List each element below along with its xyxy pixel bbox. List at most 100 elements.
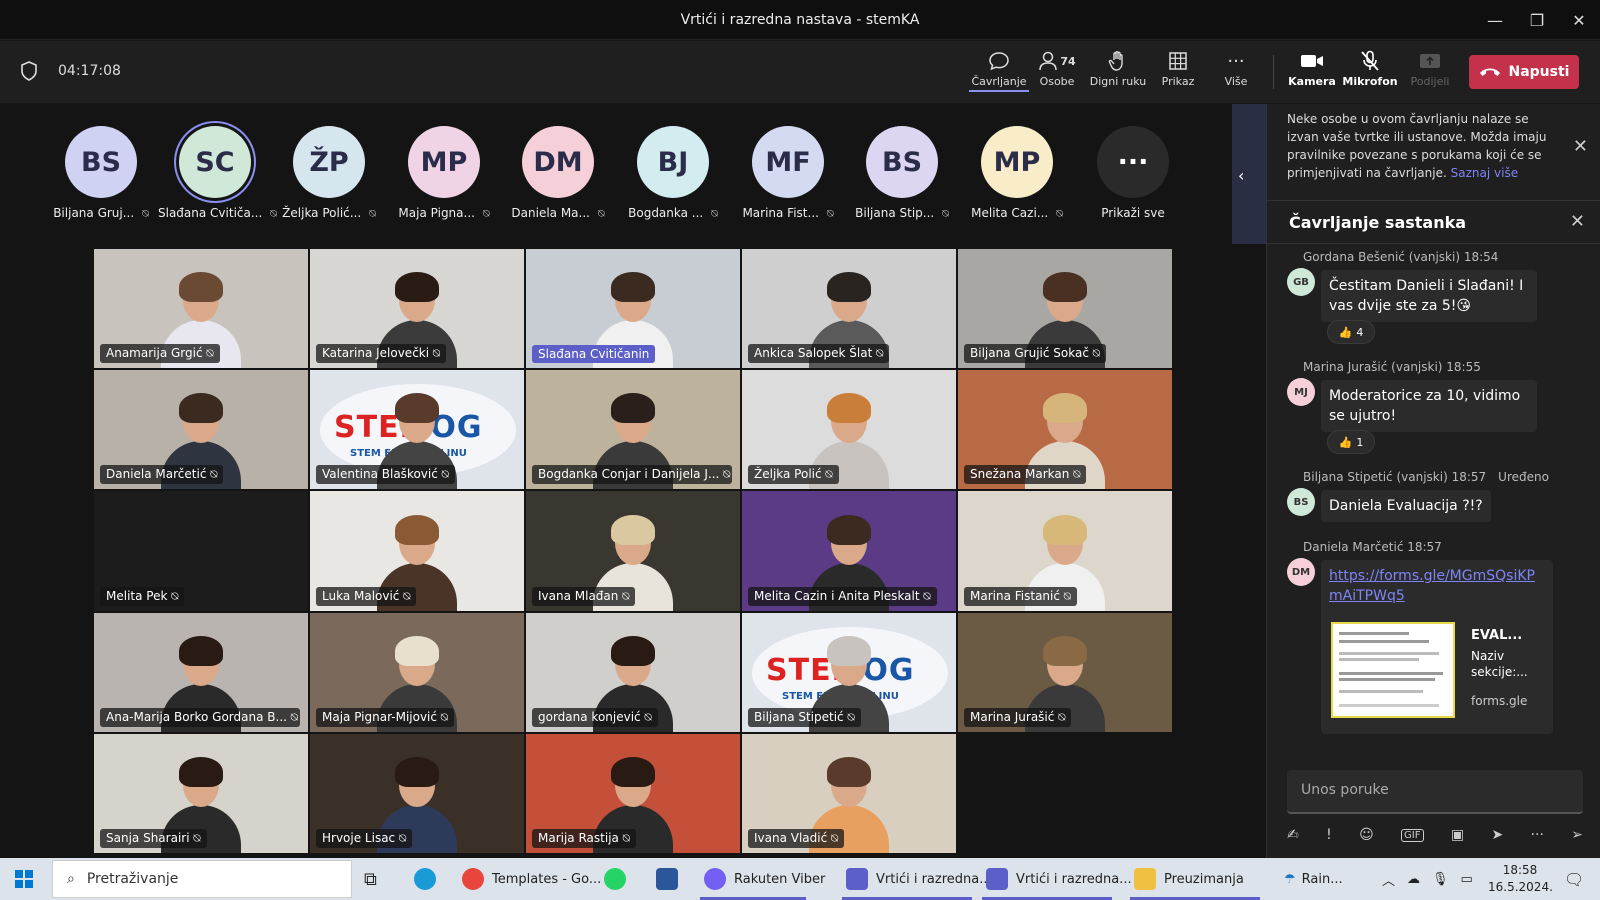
video-tile[interactable]: Željka Polić ⍉ [741,369,957,491]
chat-button[interactable]: Čavrljanje [969,49,1029,95]
link-preview-card[interactable]: EVAL... Naziv sekcije:... forms.gle [1321,614,1553,724]
message-bubble[interactable]: Daniela Evaluacija ?!? [1321,490,1491,522]
participants-strip: BS Biljana Gruj... ⍉ SC Slađana Cvitiča... ⍉ Ž… [0,104,1232,244]
taskbar-app-teams-2[interactable]: Vrtići i razredna... [986,858,1132,900]
participant-avatar[interactable]: MP Maja Pigna... ⍉ [387,126,501,221]
participant-name: Marina Fistanić [970,588,1060,603]
video-tile[interactable]: Anamarija Grgić ⍉ [93,248,309,370]
video-tile[interactable]: Slađana Cvitičanin [525,248,741,370]
taskbar-app-chrome[interactable]: Templates - Go... [462,858,601,900]
video-tile[interactable]: Luka Malović ⍉ [309,490,525,612]
message-bubble[interactable]: Čestitam Danieli i Slađani! I vas dvije … [1321,270,1537,322]
video-tile[interactable]: Sanja Sharairi ⍉ [93,732,309,854]
thumbs-up-icon: 👍 [1338,435,1353,449]
video-tile[interactable]: Maja Pignar-Mijović ⍉ [309,611,525,733]
video-tile[interactable]: Ivana Vladić ⍉ [741,732,957,854]
close-chat-icon[interactable]: ✕ [1570,211,1585,232]
video-tile[interactable]: Katarina Jelovečki ⍉ [309,248,525,370]
clock[interactable]: 18:58 16.5.2024. [1488,862,1553,896]
participant-avatar[interactable]: SC Slađana Cvitiča... ⍉ [158,126,277,221]
microphone-icon[interactable]: 🎙 [1432,872,1449,887]
video-tile[interactable]: STEMOGSTEM FEST OGULINUValentina Blaškov… [309,369,525,491]
close-window-button[interactable]: ✕ [1558,0,1600,40]
chrome-icon [462,868,484,890]
taskbar-app-viber[interactable]: Rakuten Viber [704,858,825,900]
close-icon[interactable]: ✕ [1573,136,1588,157]
show-all-button[interactable]: ··· Prikaži sve [1076,126,1190,220]
cloud-icon[interactable]: ☁ [1407,872,1420,887]
edge-icon[interactable] [414,858,444,900]
video-tile[interactable]: Ivana Mlađan ⍉ [525,490,741,612]
task-view-icon[interactable]: ⧉ [364,858,377,900]
reaction-badge[interactable]: 👍 1 [1327,430,1375,454]
video-tile[interactable]: gordana konjević ⍉ [525,611,741,733]
participant-avatar[interactable]: ŽP Željka Polić... ⍉ [272,126,386,221]
important-icon[interactable]: ! [1326,827,1332,843]
camera-button[interactable]: Kamera [1282,49,1342,95]
start-button[interactable] [14,858,34,900]
app-label: Vrtići i razredna... [1016,871,1132,887]
video-tile[interactable]: Hrvoje Lisac ⍉ [309,732,525,854]
participant-avatar[interactable]: MP Melita Cazi... ⍉ [960,126,1074,221]
share-button[interactable]: Podijeli [1400,49,1460,95]
send-icon[interactable]: ➢ [1571,827,1583,843]
video-tile[interactable]: Melita Pek ⍉ [93,490,309,612]
participant-avatar[interactable]: MF Marina Fist... ⍉ [731,126,845,221]
sticker-icon[interactable]: ▣ [1451,827,1464,843]
window-controls: — ❐ ✕ [1474,0,1600,40]
format-icon[interactable]: ✍ [1287,827,1299,843]
strip-scroll-button[interactable]: ‹ [1232,104,1266,244]
video-tile[interactable]: STEMOGSTEM FEST OGULINUBiljana Stipetić … [741,611,957,733]
emoji-icon[interactable]: ☺ [1359,827,1374,843]
participant-avatar[interactable]: BS Biljana Stip... ⍉ [845,126,959,221]
more-options-icon[interactable]: ··· [1531,827,1544,843]
loop-icon[interactable]: ➤ [1491,827,1503,843]
app-label: Templates - Go... [492,871,602,887]
message-bubble[interactable]: Moderatorice za 10, vidimo se ujutro! [1321,380,1537,432]
form-link[interactable]: https://forms.gle/MGmSQsiKPmAiTPWq5 [1329,568,1535,604]
video-tile[interactable]: Marina Fistanić ⍉ [957,490,1173,612]
message-input[interactable]: Unos poruke [1287,770,1583,814]
raise-hand-button[interactable]: Digni ruku [1088,49,1148,95]
whatsapp-icon[interactable] [604,858,634,900]
video-tile[interactable]: Snežana Markan ⍉ [957,369,1173,491]
share-icon [1420,54,1440,68]
gif-icon[interactable]: GIF [1401,828,1424,842]
video-tile[interactable]: Marina Jurašić ⍉ [957,611,1173,733]
video-tile[interactable]: Marija Rastija ⍉ [525,732,741,854]
view-button[interactable]: Prikaz [1148,49,1208,95]
mic-off-icon: ⍉ [189,830,201,845]
shield-icon[interactable] [20,61,38,81]
video-tile[interactable]: Biljana Grujić Sokač ⍉ [957,248,1173,370]
reaction-badge[interactable]: 👍 4 [1327,320,1375,344]
video-tile[interactable]: Bogdanka Conjar i Danijela J... ⍉ [525,369,741,491]
maximize-button[interactable]: ❐ [1516,0,1558,40]
participant-name-tag: Sanja Sharairi ⍉ [100,828,207,848]
learn-more-link[interactable]: Saznaj više [1451,166,1518,180]
video-tile[interactable]: Melita Cazin i Anita Pleskalt ⍉ [741,490,957,612]
people-button[interactable]: 74 Osobe [1027,49,1087,95]
taskbar-app-downloads[interactable]: Preuzimanja [1134,858,1244,900]
chevron-up-icon[interactable]: ︿ [1382,870,1395,889]
battery-icon[interactable]: ▭ [1461,872,1473,887]
participant-avatar[interactable]: BS Biljana Gruj... ⍉ [44,126,158,221]
participant-name: Biljana Stip... ⍉ [845,206,959,221]
participant-avatar[interactable]: DM Daniela Ma... ⍉ [501,126,615,221]
notifications-icon[interactable]: 🗨 [1564,858,1584,900]
taskbar-app-teams-1[interactable]: Vrtići i razredna... [846,858,992,900]
more-label: Više [1224,75,1248,88]
video-tile[interactable]: Daniela Marčetić ⍉ [93,369,309,491]
mic-off-icon: ⍉ [640,709,652,724]
minimize-button[interactable]: — [1474,0,1516,40]
taskbar-search[interactable]: ⌕ Pretraživanje [52,860,352,898]
video-tile[interactable]: Ana-Marija Borko Gordana B... ⍉ [93,611,309,733]
more-button[interactable]: ··· Više [1206,49,1266,95]
mic-button[interactable]: Mikrofon [1340,49,1400,95]
word-icon[interactable] [656,858,686,900]
leave-button[interactable]: Napusti [1469,55,1579,89]
video-tile[interactable]: Ankica Salopek Šlat ⍉ [741,248,957,370]
mic-off-icon: ⍉ [437,467,449,482]
participant-avatar[interactable]: BJ Bogdanka ... ⍉ [616,126,730,221]
weather-widget[interactable]: ☂ Rain... [1284,858,1343,900]
participant-name-tag: Ankica Salopek Šlat ⍉ [748,344,890,364]
